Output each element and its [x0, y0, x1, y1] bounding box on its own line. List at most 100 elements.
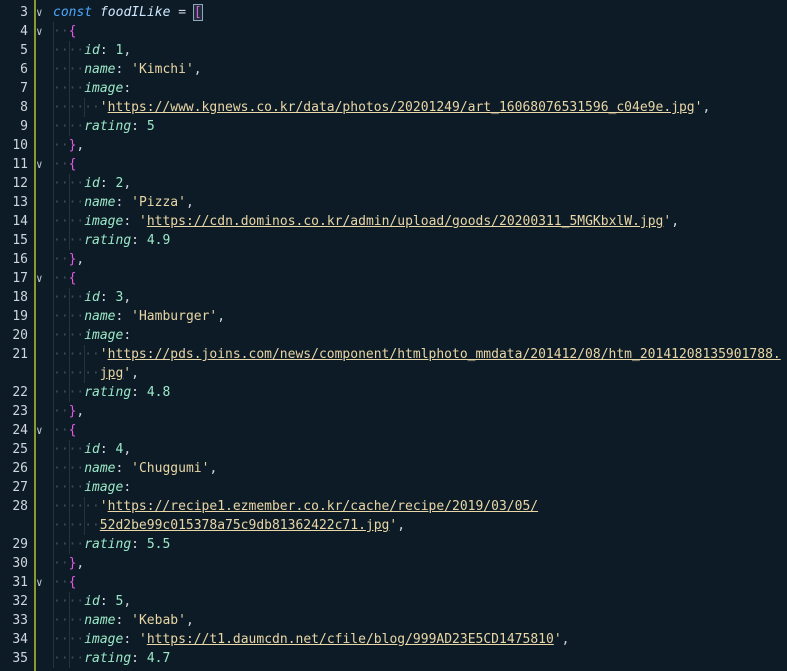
- line-number[interactable]: 24: [0, 421, 28, 440]
- line-number[interactable]: 27: [0, 478, 28, 497]
- code-text[interactable]: image:: [84, 79, 131, 98]
- code-line[interactable]: 32 ·· ·· id: 5,: [0, 592, 787, 611]
- code-text[interactable]: rating: 4.8: [84, 383, 170, 402]
- line-number[interactable]: 4: [0, 22, 28, 41]
- line-number[interactable]: [0, 364, 28, 383]
- code-line[interactable]: 24 ∨ ··{: [0, 421, 787, 440]
- code-line[interactable]: 5 ·· ·· id: 1,: [0, 41, 787, 60]
- line-number[interactable]: 14: [0, 212, 28, 231]
- chevron-down-icon[interactable]: ∨: [36, 155, 50, 174]
- line-number[interactable]: 26: [0, 459, 28, 478]
- code-text[interactable]: },: [69, 136, 85, 155]
- code-text[interactable]: image:: [84, 478, 131, 497]
- code-line[interactable]: 18 ·· ·· id: 3,: [0, 288, 787, 307]
- line-number[interactable]: 9: [0, 117, 28, 136]
- line-number[interactable]: 29: [0, 535, 28, 554]
- line-number[interactable]: 31: [0, 573, 28, 592]
- code-text[interactable]: const foodILike = [: [53, 3, 203, 22]
- code-text[interactable]: rating: 5.5: [84, 535, 170, 554]
- code-text[interactable]: {: [69, 421, 77, 440]
- code-text[interactable]: 'https://www.kgnews.co.kr/data/photos/20…: [100, 98, 710, 117]
- code-text[interactable]: {: [69, 22, 77, 41]
- chevron-down-icon[interactable]: ∨: [36, 573, 50, 592]
- chevron-down-icon[interactable]: ∨: [36, 3, 50, 22]
- line-number[interactable]: 30: [0, 554, 28, 573]
- code-text[interactable]: jpg',: [100, 364, 139, 383]
- code-text[interactable]: },: [69, 402, 85, 421]
- code-text[interactable]: id: 5,: [84, 592, 131, 611]
- code-line[interactable]: 17 ∨ ··{: [0, 269, 787, 288]
- line-number[interactable]: 19: [0, 307, 28, 326]
- code-line[interactable]: 8 ·· ·· ··'https://www.kgnews.co.kr/data/ph…: [0, 98, 787, 117]
- code-text[interactable]: id: 3,: [84, 288, 131, 307]
- code-line[interactable]: 16 ··},: [0, 250, 787, 269]
- code-line[interactable]: 23 ··},: [0, 402, 787, 421]
- code-line[interactable]: 9 ·· ·· rating: 5: [0, 117, 787, 136]
- code-line[interactable]: 26 ·· ·· name: 'Chuggumi',: [0, 459, 787, 478]
- line-number[interactable]: 23: [0, 402, 28, 421]
- code-text[interactable]: name: 'Hamburger',: [84, 307, 225, 326]
- code-text[interactable]: id: 4,: [84, 440, 131, 459]
- code-line[interactable]: 34 ·· ·· image: 'https://t1.daumcdn.net/cfi…: [0, 630, 787, 649]
- code-line[interactable]: 35 ·· ·· rating: 4.7: [0, 649, 787, 668]
- code-text[interactable]: 52d2be99c015378a75c9db81362422c71.jpg',: [100, 516, 405, 535]
- code-line[interactable]: 22 ·· ·· rating: 4.8: [0, 383, 787, 402]
- code-text[interactable]: rating: 5: [84, 117, 154, 136]
- code-line[interactable]: 14 ·· ·· image: 'https://cdn.dominos.co.kr/…: [0, 212, 787, 231]
- line-number[interactable]: 25: [0, 440, 28, 459]
- line-number[interactable]: 16: [0, 250, 28, 269]
- line-number[interactable]: 10: [0, 136, 28, 155]
- line-number[interactable]: 20: [0, 326, 28, 345]
- line-number[interactable]: 18: [0, 288, 28, 307]
- code-text[interactable]: name: 'Kimchi',: [84, 60, 201, 79]
- code-line[interactable]: 30 ··},: [0, 554, 787, 573]
- line-number[interactable]: 17: [0, 269, 28, 288]
- line-number[interactable]: 8: [0, 98, 28, 117]
- line-number[interactable]: 33: [0, 611, 28, 630]
- code-text[interactable]: name: 'Chuggumi',: [84, 459, 217, 478]
- code-text[interactable]: image:: [84, 326, 131, 345]
- line-number[interactable]: 11: [0, 155, 28, 174]
- line-number[interactable]: 12: [0, 174, 28, 193]
- line-number[interactable]: 22: [0, 383, 28, 402]
- line-number[interactable]: 15: [0, 231, 28, 250]
- code-line[interactable]: 15 ·· ·· rating: 4.9: [0, 231, 787, 250]
- code-text[interactable]: },: [69, 250, 85, 269]
- code-text[interactable]: name: 'Pizza',: [84, 193, 194, 212]
- code-text[interactable]: 'https://recipe1.ezmember.co.kr/cache/re…: [100, 497, 538, 516]
- code-text[interactable]: image: 'https://t1.daumcdn.net/cfile/blo…: [84, 630, 569, 649]
- code-line[interactable]: 11 ∨ ··{: [0, 155, 787, 174]
- code-text[interactable]: rating: 4.9: [84, 231, 170, 250]
- code-line[interactable]: 13 ·· ·· name: 'Pizza',: [0, 193, 787, 212]
- line-number[interactable]: 5: [0, 41, 28, 60]
- code-text[interactable]: 'https://pds.joins.com/news/component/ht…: [100, 345, 781, 364]
- code-text[interactable]: rating: 4.7: [84, 649, 170, 668]
- line-number[interactable]: 32: [0, 592, 28, 611]
- code-line[interactable]: 20 ·· ·· image:: [0, 326, 787, 345]
- chevron-down-icon[interactable]: ∨: [36, 269, 50, 288]
- code-text[interactable]: {: [69, 573, 77, 592]
- chevron-down-icon[interactable]: ∨: [36, 22, 50, 41]
- line-number[interactable]: 21: [0, 345, 28, 364]
- code-line[interactable]: ·· ·· ·· 52d2be99c015378a75c9db81362422c71.…: [0, 516, 787, 535]
- code-line[interactable]: 21 ·· ·· ··'https://pds.joins.com/news/comp…: [0, 345, 787, 364]
- chevron-down-icon[interactable]: ∨: [36, 421, 50, 440]
- code-line[interactable]: 19 ·· ·· name: 'Hamburger',: [0, 307, 787, 326]
- code-line[interactable]: 29 ·· ·· rating: 5.5: [0, 535, 787, 554]
- line-number[interactable]: 34: [0, 630, 28, 649]
- code-line[interactable]: ·· ·· ·· jpg',: [0, 364, 787, 383]
- code-line[interactable]: 6 ·· ·· name: 'Kimchi',: [0, 60, 787, 79]
- code-line[interactable]: 10 ··},: [0, 136, 787, 155]
- code-line[interactable]: 3 ∨ const foodILike = [: [0, 3, 787, 22]
- code-text[interactable]: {: [69, 155, 77, 174]
- line-number[interactable]: 13: [0, 193, 28, 212]
- code-text[interactable]: name: 'Kebab',: [84, 611, 194, 630]
- code-line[interactable]: 33 ·· ·· name: 'Kebab',: [0, 611, 787, 630]
- line-number[interactable]: 7: [0, 79, 28, 98]
- code-line[interactable]: 7 ·· ·· image:: [0, 79, 787, 98]
- code-line[interactable]: 27 ·· ·· image:: [0, 478, 787, 497]
- line-number[interactable]: 35: [0, 649, 28, 668]
- code-line[interactable]: 4 ∨ ··{: [0, 22, 787, 41]
- line-number[interactable]: 28: [0, 497, 28, 516]
- code-text[interactable]: },: [69, 554, 85, 573]
